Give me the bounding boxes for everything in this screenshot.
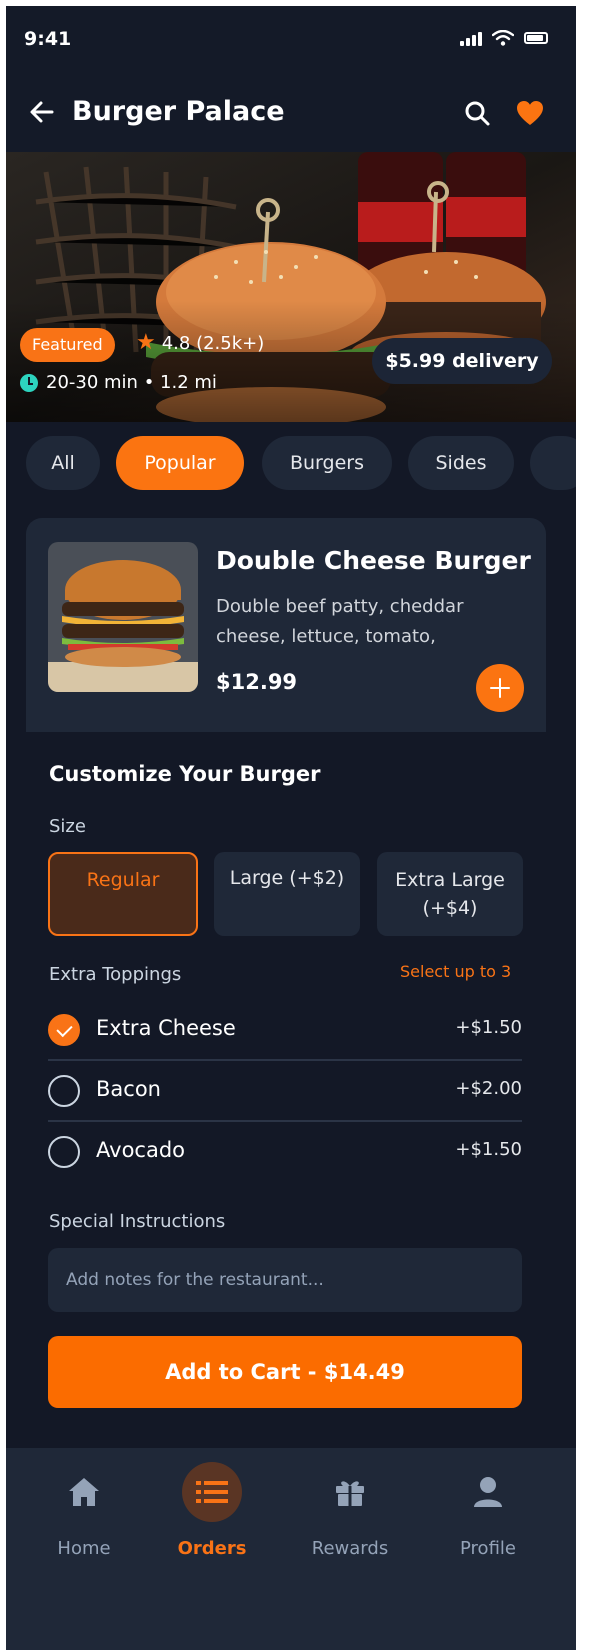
size-xl-label: Extra Large [395,869,505,891]
gift-icon-wrap [320,1462,380,1522]
phone-screen: 9:41 Burger Palace Featured ★ 4.8 (2.5k+… [6,6,576,1650]
size-option-extra-large[interactable]: Extra Large (+$4) [377,852,523,936]
wifi-icon [492,30,514,46]
size-option-regular[interactable]: Regular [48,852,198,936]
topping-price: +$1.50 [455,1017,522,1038]
topping-name: Bacon [96,1077,161,1101]
hero-banner: Featured ★ 4.8 (2.5k+) 20-30 min • 1.2 m… [6,152,576,422]
rating-text: 4.8 (2.5k+) [161,332,265,354]
bottom-nav: Home Orders Rewards Profile [6,1448,576,1650]
home-icon [69,1478,99,1506]
nav-orders[interactable]: Orders [152,1448,272,1588]
rating: ★ 4.8 (2.5k+) [136,332,264,354]
delivery-time-distance: 20-30 min • 1.2 mi [46,372,217,393]
size-option-large[interactable]: Large (+$2) [214,852,360,936]
back-arrow-icon[interactable] [26,96,58,128]
radio-icon[interactable] [48,1136,80,1168]
user-icon-wrap [458,1462,518,1522]
toppings-hint: Select up to 3 [400,962,512,981]
divider [48,1059,522,1061]
battery-icon [524,32,548,44]
status-time: 9:41 [24,28,72,50]
list-icon [196,1481,228,1503]
user-icon [474,1477,502,1507]
toppings-label: Extra Toppings [49,964,182,985]
restaurant-title: Burger Palace [72,96,285,127]
app-header: Burger Palace [6,74,576,152]
add-to-cart-button[interactable]: Add to Cart - $14.49 [48,1336,522,1408]
signal-icon [460,30,482,46]
tab-sides[interactable]: Sides [408,436,514,490]
delivery-fee-pill: $5.99 delivery [372,338,552,384]
nav-home-label: Home [57,1538,111,1559]
customize-title: Customize Your Burger [49,762,321,786]
tab-burgers[interactable]: Burgers [262,436,392,490]
item-name: Double Cheese Burger [216,546,531,575]
topping-price: +$2.00 [455,1078,522,1099]
nav-home[interactable]: Home [24,1448,144,1588]
gift-icon [336,1481,364,1506]
delivery-meta: 20-30 min • 1.2 mi [20,372,217,393]
divider [48,1120,522,1122]
burger-thumbnail [48,542,198,692]
nav-orders-label: Orders [177,1538,247,1559]
check-icon[interactable] [48,1014,80,1046]
nav-profile-label: Profile [460,1538,516,1559]
item-price: $12.99 [216,670,298,694]
topping-bacon[interactable]: Bacon +$2.00 [48,1063,522,1123]
size-regular-label: Regular [86,869,160,891]
menu-item-card[interactable]: Double Cheese Burger Double beef patty, … [26,518,546,732]
radio-icon[interactable] [48,1075,80,1107]
topping-price: +$1.50 [455,1139,522,1160]
clock-icon [20,373,38,392]
tab-all[interactable]: All [26,436,100,490]
nav-rewards[interactable]: Rewards [290,1448,410,1588]
special-instructions-input[interactable]: Add notes for the restaurant... [48,1248,522,1312]
list-icon-wrap [182,1462,242,1522]
category-tabs: All Popular Burgers Sides [6,436,576,492]
star-icon: ★ [136,330,156,355]
featured-badge: Featured [20,328,115,362]
home-icon-wrap [54,1462,114,1522]
tab-more[interactable] [530,436,576,490]
nav-rewards-label: Rewards [311,1538,389,1559]
size-large-label: Large (+$2) [229,867,345,889]
topping-avocado[interactable]: Avocado +$1.50 [48,1124,522,1184]
heart-icon[interactable] [515,98,545,128]
status-bar: 9:41 [6,6,576,74]
topping-name: Avocado [96,1138,186,1162]
instructions-label: Special Instructions [49,1211,226,1232]
tab-popular[interactable]: Popular [116,436,244,490]
status-icons [460,30,548,46]
add-item-button[interactable] [476,664,524,712]
topping-name: Extra Cheese [96,1016,236,1040]
search-icon[interactable] [462,98,492,128]
nav-profile[interactable]: Profile [428,1448,548,1588]
size-label: Size [49,816,86,837]
size-xl-price: (+$4) [422,897,478,919]
item-description: Double beef patty, cheddar cheese, lettu… [216,596,464,647]
topping-extra-cheese[interactable]: Extra Cheese +$1.50 [48,1002,522,1062]
